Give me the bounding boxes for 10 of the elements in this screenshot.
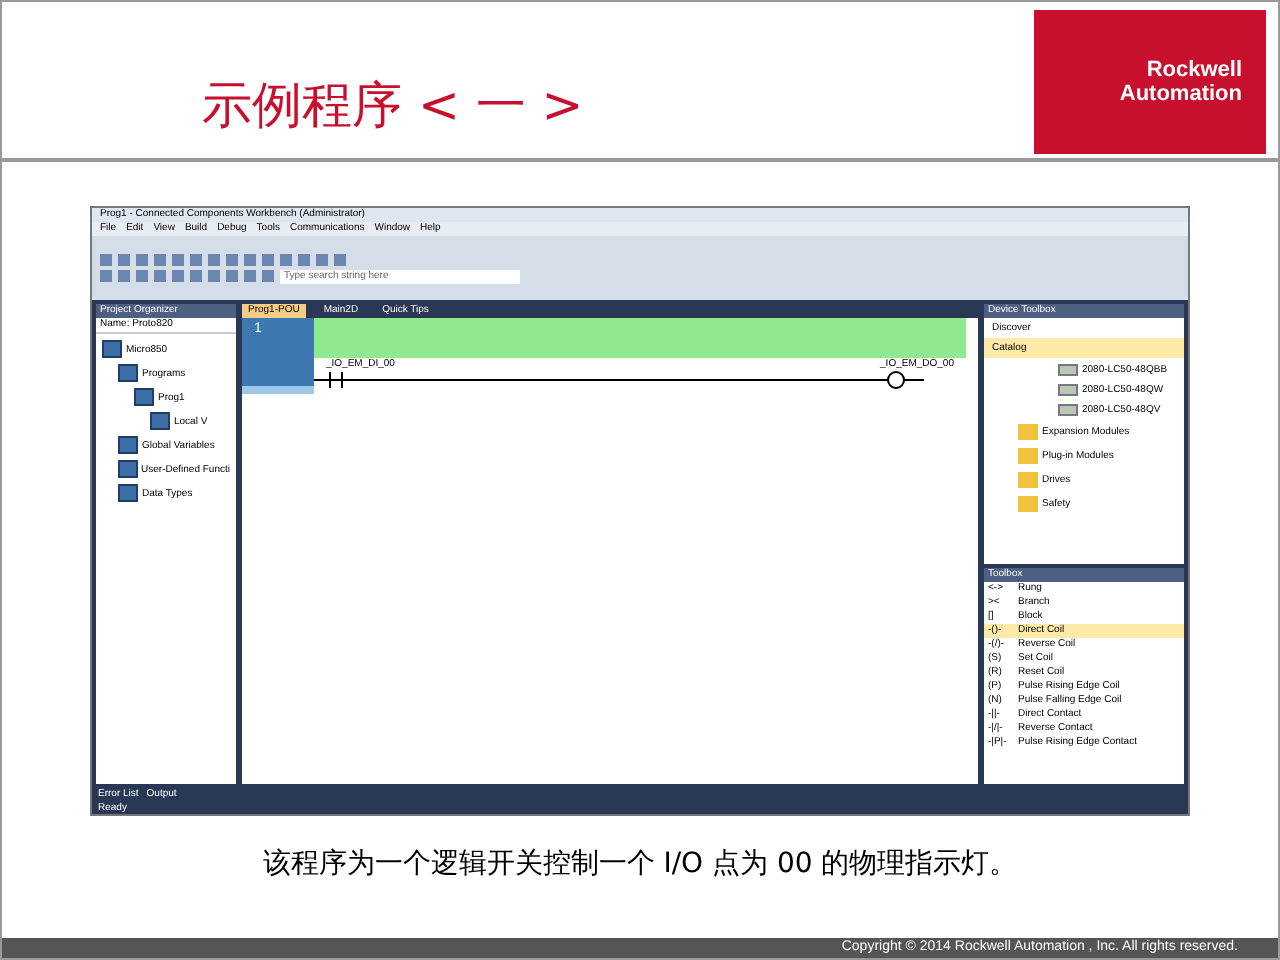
slide-title: 示例程序 < 一 >: [202, 73, 584, 137]
tree-node-icon: [150, 412, 170, 430]
tree-node-icon: [118, 484, 138, 502]
tree-node-icon: [102, 340, 122, 358]
tree-node-icon: [118, 460, 138, 478]
tree-node-icon: [118, 436, 138, 454]
tree-node-icon: [134, 388, 154, 406]
tree-node-icon: [118, 364, 138, 382]
logo: Rockwell Automation: [1034, 10, 1266, 154]
caption: 该程序为一个逻辑开关控制一个 I/O 点为 00 的物理指示灯。: [262, 846, 1018, 884]
